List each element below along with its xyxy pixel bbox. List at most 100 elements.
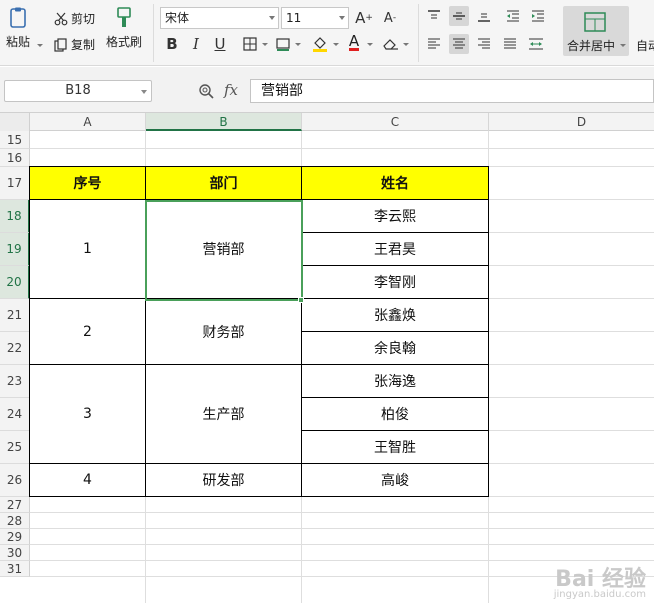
row-header[interactable]: 26 [0, 464, 30, 497]
row-header[interactable]: 31 [0, 561, 30, 577]
align-bottom-icon[interactable] [474, 6, 494, 26]
format-painter-label: 格式刷 [106, 35, 143, 49]
row-header[interactable]: 20 [0, 266, 30, 299]
fill-handle[interactable] [298, 297, 304, 303]
bold-glyph: B [166, 35, 178, 53]
formula-value: 营销部 [261, 83, 303, 99]
underline-button[interactable]: U [210, 34, 230, 54]
eraser-icon [383, 39, 398, 50]
row-header[interactable]: 16 [0, 149, 30, 167]
fill-format-button[interactable] [273, 34, 293, 54]
zoom-search-icon[interactable] [198, 83, 215, 100]
row-header[interactable]: 29 [0, 529, 30, 545]
name-cell[interactable]: 张鑫焕 [301, 298, 489, 332]
row-header[interactable]: 24 [0, 398, 30, 431]
increase-font-icon[interactable]: A + [354, 8, 374, 28]
align-right-icon[interactable] [474, 34, 494, 54]
fill-format-dropdown-icon[interactable] [295, 43, 301, 46]
fill-color-button[interactable] [310, 34, 330, 54]
table-header-cell[interactable]: 序号 [29, 166, 146, 200]
cut-label: 剪切 [71, 12, 96, 26]
auto-wrap-button[interactable]: 自动 [636, 37, 654, 54]
department-cell[interactable]: 财务部 [145, 298, 302, 365]
paint-bucket-icon [313, 37, 327, 52]
function-icon[interactable]: fx [224, 81, 238, 99]
ribbon-toolbar: 粘贴 剪切 复制 格式刷 宋体 11 A + A - B I U A 合并居中 … [0, 0, 654, 66]
font-name-select[interactable]: 宋体 [160, 7, 279, 29]
name-cell[interactable]: 王智胜 [301, 430, 489, 464]
decrease-font-icon[interactable]: A- [380, 8, 400, 28]
align-center-icon[interactable] [449, 34, 469, 54]
format-painter-button[interactable]: 格式刷 [106, 6, 142, 50]
row-header[interactable]: 23 [0, 365, 30, 398]
name-cell[interactable]: 高峻 [301, 463, 489, 497]
spreadsheet-grid[interactable]: A B C D 15 16 17 18 19 20 21 22 23 24 25 26 27 28 29 30… [0, 113, 654, 603]
align-middle-icon[interactable] [449, 6, 469, 26]
distributed-align-icon[interactable] [526, 34, 546, 54]
borders-icon [243, 37, 257, 51]
column-header-c[interactable]: C [302, 113, 489, 131]
name-cell[interactable]: 王君昊 [301, 232, 489, 266]
paste-button[interactable]: 粘贴 [6, 6, 30, 50]
name-box[interactable]: B18 [4, 80, 152, 102]
gridline-horizontal [30, 148, 654, 149]
row-header[interactable]: 15 [0, 131, 30, 149]
name-cell[interactable]: 李智刚 [301, 265, 489, 299]
column-header-row: A B C D [0, 113, 654, 131]
font-color-button[interactable]: A [344, 32, 364, 52]
merge-center-button[interactable]: 合并居中 [563, 6, 629, 56]
column-header-a[interactable]: A [30, 113, 146, 131]
auto-wrap-label: 自动 [636, 39, 654, 53]
justify-icon[interactable] [500, 34, 520, 54]
row-header[interactable]: 28 [0, 513, 30, 529]
bold-button[interactable]: B [162, 34, 182, 54]
index-cell[interactable]: 4 [29, 463, 146, 497]
clear-format-dropdown-icon[interactable] [403, 43, 409, 46]
index-cell[interactable]: 3 [29, 364, 146, 464]
row-header[interactable]: 18 [0, 200, 30, 233]
formula-input[interactable]: 营销部 [250, 79, 654, 103]
name-cell[interactable]: 李云熙 [301, 199, 489, 233]
font-size-value: 11 [286, 11, 302, 25]
row-header[interactable]: 25 [0, 431, 30, 464]
cut-button[interactable]: 剪切 [54, 10, 95, 27]
index-cell[interactable]: 2 [29, 298, 146, 365]
row-header[interactable]: 19 [0, 233, 30, 266]
name-cell[interactable]: 柏俊 [301, 397, 489, 431]
row-header[interactable]: 17 [0, 167, 30, 200]
paste-icon [10, 7, 26, 28]
name-cell[interactable]: 张海逸 [301, 364, 489, 398]
index-cell[interactable]: 1 [29, 199, 146, 299]
align-left-icon[interactable] [424, 34, 444, 54]
borders-dropdown-icon[interactable] [262, 43, 268, 46]
clear-format-button[interactable] [381, 34, 401, 54]
row-header[interactable]: 27 [0, 497, 30, 513]
department-cell[interactable]: 研发部 [145, 463, 302, 497]
merge-dropdown-icon[interactable] [620, 44, 626, 47]
column-header-b[interactable]: B [146, 113, 302, 131]
table-header-cell[interactable]: 部门 [145, 166, 302, 200]
font-size-select[interactable]: 11 [281, 7, 349, 29]
department-cell[interactable]: 营销部 [145, 199, 302, 299]
increase-indent-icon[interactable] [528, 6, 548, 26]
row-header[interactable]: 21 [0, 299, 30, 332]
column-header-d[interactable]: D [489, 113, 654, 131]
decrease-indent-icon[interactable] [503, 6, 523, 26]
italic-button[interactable]: I [186, 34, 206, 54]
row-header[interactable]: 22 [0, 332, 30, 365]
select-all-corner[interactable] [0, 113, 30, 131]
paste-dropdown-icon[interactable] [37, 44, 43, 47]
table-header-cell[interactable]: 姓名 [301, 166, 489, 200]
align-top-icon[interactable] [424, 6, 444, 26]
name-cell[interactable]: 余良翰 [301, 331, 489, 365]
scissors-icon [54, 12, 68, 25]
copy-button[interactable]: 复制 [54, 36, 95, 53]
borders-button[interactable] [240, 34, 260, 54]
department-cell[interactable]: 生产部 [145, 364, 302, 464]
fill-color-dropdown-icon[interactable] [333, 43, 339, 46]
gridline-horizontal [30, 528, 654, 529]
font-color-dropdown-icon[interactable] [367, 43, 373, 46]
row-header[interactable]: 30 [0, 545, 30, 561]
gridline-horizontal [30, 512, 654, 513]
chevron-down-icon [339, 16, 345, 20]
